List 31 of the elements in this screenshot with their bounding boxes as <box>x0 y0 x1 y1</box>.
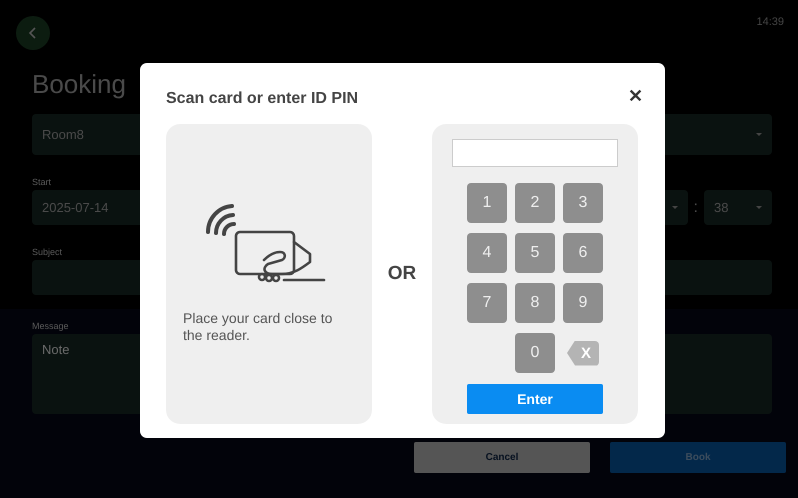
close-button[interactable]: ✕ <box>628 86 643 106</box>
caret-icon <box>756 206 762 210</box>
time-separator: : <box>694 198 698 216</box>
book-button[interactable]: Book <box>610 442 786 473</box>
digit-key[interactable]: 2 <box>515 183 555 223</box>
digit-key[interactable]: 7 <box>467 283 507 323</box>
digit-key[interactable]: 6 <box>563 233 603 273</box>
enter-button[interactable]: Enter <box>467 384 603 414</box>
chevron-left-icon <box>28 26 38 40</box>
dialog-title: Scan card or enter ID PIN <box>166 90 358 108</box>
digit-key[interactable]: 9 <box>563 283 603 323</box>
clock-time: 14:39 <box>756 16 784 28</box>
or-separator: OR <box>386 263 418 285</box>
page-title: Booking <box>32 68 126 101</box>
digit-key[interactable]: 3 <box>563 183 603 223</box>
minute-select[interactable]: 38 <box>704 190 772 225</box>
field-label: Start <box>32 177 52 189</box>
digit-key[interactable]: 8 <box>515 283 555 323</box>
back-button[interactable] <box>16 16 50 50</box>
instruction-text: Place your card close to the reader. <box>183 310 334 344</box>
backspace-key[interactable]: X <box>567 340 599 366</box>
caret-icon <box>672 206 678 210</box>
digit-key[interactable]: 0 <box>515 333 555 373</box>
field-label: Subject <box>32 247 62 259</box>
field-label: Message <box>32 321 69 333</box>
digit-key[interactable]: 5 <box>515 233 555 273</box>
cancel-button[interactable]: Cancel <box>414 442 590 473</box>
pin-input-field[interactable] <box>452 139 618 167</box>
caret-icon <box>756 132 762 136</box>
digit-key[interactable]: 1 <box>467 183 507 223</box>
digit-key[interactable]: 4 <box>467 233 507 273</box>
